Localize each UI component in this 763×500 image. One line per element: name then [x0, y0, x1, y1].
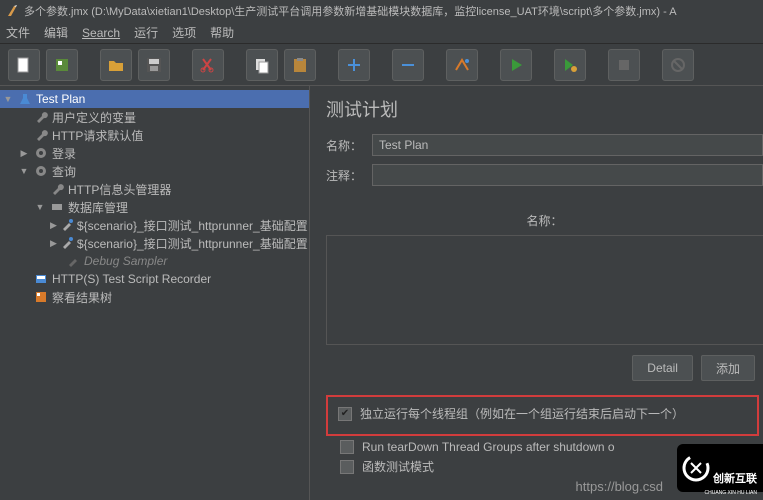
recorder-icon [33, 271, 49, 287]
dropper-icon [65, 253, 81, 269]
checkbox-icon [340, 440, 354, 454]
wrench-icon [49, 181, 65, 197]
comment-input[interactable] [372, 164, 763, 186]
stop-button[interactable] [608, 49, 640, 81]
new-button[interactable] [8, 49, 40, 81]
tree-node-http-header[interactable]: HTTP信息头管理器 [0, 180, 309, 198]
checkbox-icon [340, 460, 354, 474]
menu-help[interactable]: 帮助 [210, 24, 234, 41]
tree-toggle-icon[interactable]: ▶ [18, 147, 30, 159]
watermark-text: https://blog.csd [576, 479, 663, 494]
menu-bar: 文件 编辑 Search 运行 选项 帮助 [0, 22, 763, 44]
save-button[interactable] [138, 49, 170, 81]
name-input[interactable] [372, 134, 763, 156]
tree-node-http-defaults[interactable]: HTTP请求默认值 [0, 126, 309, 144]
name-label: 名称： [326, 137, 372, 154]
menu-run[interactable]: 运行 [134, 24, 158, 41]
content-panel: 测试计划 名称： 注释： 名称： Detail 添加 ✔ 独立运行每个线程组（例… [310, 86, 763, 500]
wrench-icon [33, 127, 49, 143]
tree-node-test-plan[interactable]: ▼ Test Plan [0, 90, 309, 108]
title-bar: 多个参数.jmx (D:\MyData\xietian1\Desktop\生产测… [0, 0, 763, 22]
tree-node-user-vars[interactable]: 用户定义的变量 [0, 108, 309, 126]
tree-toggle-icon[interactable]: ▼ [2, 93, 14, 105]
tree-node-recorder[interactable]: HTTP(S) Test Script Recorder [0, 270, 309, 288]
tree-toggle-icon[interactable]: ▶ [50, 237, 57, 249]
brand-name: 创新互联 [713, 470, 757, 486]
start-button[interactable] [500, 49, 532, 81]
copy-button[interactable] [246, 49, 278, 81]
paste-button[interactable] [284, 49, 316, 81]
expand-button[interactable] [338, 49, 370, 81]
menu-edit[interactable]: 编辑 [44, 24, 68, 41]
open-button[interactable] [100, 49, 132, 81]
wrench-icon [33, 109, 49, 125]
dropper-icon [60, 235, 74, 251]
shutdown-button[interactable] [662, 49, 694, 81]
tree-node-db-manage[interactable]: ▼ 数据库管理 [0, 198, 309, 216]
sub-name-label: 名称： [326, 212, 763, 229]
detail-button[interactable]: Detail [632, 355, 693, 381]
menu-search[interactable]: Search [82, 26, 120, 40]
result-tree-icon [33, 289, 49, 305]
menu-file[interactable]: 文件 [6, 24, 30, 41]
app-icon [6, 4, 20, 18]
tree-toggle-icon[interactable]: ▼ [34, 201, 46, 213]
add-button[interactable]: 添加 [701, 355, 755, 381]
dropper-icon [60, 217, 74, 233]
gear-icon [33, 145, 49, 161]
cut-button[interactable] [192, 49, 224, 81]
panel-heading: 测试计划 [326, 96, 763, 122]
collapse-button[interactable] [392, 49, 424, 81]
gear-icon [33, 163, 49, 179]
checkbox-icon: ✔ [338, 407, 352, 421]
controller-icon [49, 199, 65, 215]
tree-node-scenario-1[interactable]: ▶ ${scenario}_接口测试_httprunner_基础配置 [0, 216, 309, 234]
templates-button[interactable] [46, 49, 78, 81]
comment-label: 注释： [326, 167, 372, 184]
tree-toggle-icon[interactable]: ▼ [18, 165, 30, 177]
toolbar [0, 44, 763, 86]
tree-toggle-icon[interactable]: ▶ [50, 219, 57, 231]
tree-node-debug-sampler[interactable]: Debug Sampler [0, 252, 309, 270]
tree-node-scenario-2[interactable]: ▶ ${scenario}_接口测试_httprunner_基础配置 [0, 234, 309, 252]
tree-node-result-tree[interactable]: 察看结果树 [0, 288, 309, 306]
start-no-pause-button[interactable] [554, 49, 586, 81]
variables-listbox[interactable] [326, 235, 763, 345]
tree-node-query[interactable]: ▼ 查询 [0, 162, 309, 180]
flask-icon [17, 91, 33, 107]
tree-node-login[interactable]: ▶ 登录 [0, 144, 309, 162]
window-title: 多个参数.jmx (D:\MyData\xietian1\Desktop\生产测… [24, 3, 677, 19]
tree-panel: ▼ Test Plan 用户定义的变量 HTTP请求默认值 ▶ 登录 ▼ 查询 [0, 86, 310, 500]
brand-sub: CHUANG XIN HU LIAN [704, 490, 757, 496]
toggle-button[interactable] [446, 49, 478, 81]
highlighted-box: ✔ 独立运行每个线程组（例如在一个组运行结束后启动下一个） [326, 395, 759, 436]
checkbox-independent-run[interactable]: ✔ 独立运行每个线程组（例如在一个组运行结束后启动下一个） [338, 405, 747, 422]
menu-options[interactable]: 选项 [172, 24, 196, 41]
